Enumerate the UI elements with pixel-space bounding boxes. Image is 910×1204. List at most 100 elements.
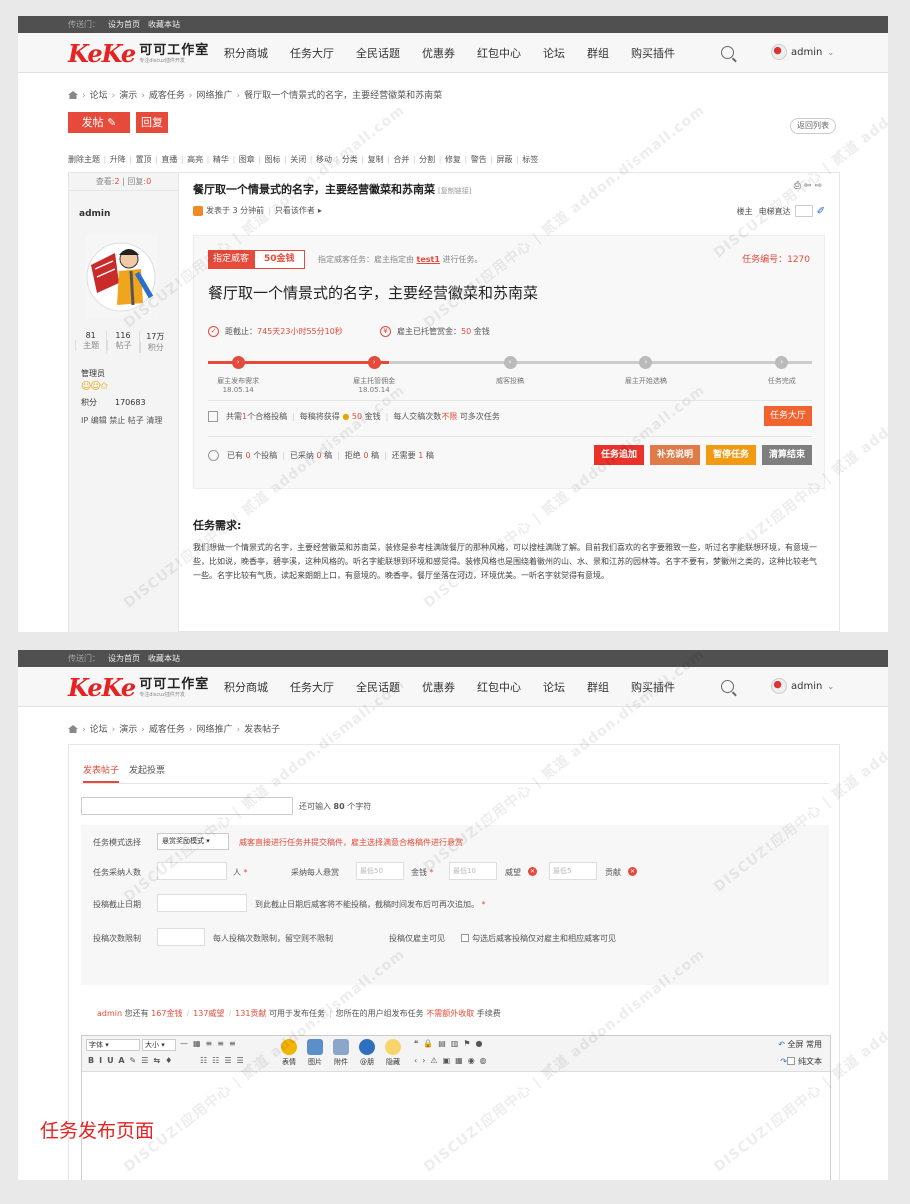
mod-tool-item[interactable]: 警告 — [471, 155, 487, 164]
home-icon[interactable] — [68, 91, 78, 99]
home-icon[interactable] — [68, 725, 78, 733]
task-action-button[interactable]: 补充说明 — [649, 445, 700, 465]
copy-link[interactable]: [复制链接] — [438, 187, 471, 195]
mod-tool-item[interactable]: 图章 — [239, 155, 255, 164]
nav-item-buy-plugins[interactable]: 购买插件 — [631, 679, 675, 695]
user-menu[interactable]: admin ⌄ — [771, 44, 834, 60]
bookmark-link[interactable]: 收藏本站 — [148, 654, 180, 663]
set-home-link[interactable]: 设为首页 — [108, 20, 140, 29]
reward-money-input[interactable]: 最低50 — [356, 862, 404, 880]
close-icon[interactable]: ✕ — [528, 867, 537, 876]
post-button[interactable]: 发帖 ✎ — [68, 112, 130, 133]
user-menu[interactable]: admin ⌄ — [771, 678, 834, 694]
mode-select[interactable]: 悬赏奖励模式 ▾ — [157, 833, 229, 850]
mod-tool-item[interactable]: 复制 — [368, 155, 384, 164]
author-name[interactable]: admin — [79, 209, 110, 219]
nav-item-coupons[interactable]: 优惠券 — [422, 45, 455, 61]
extra-tools-bottom[interactable]: ‹›⚠▣▦◉◍ — [414, 1056, 492, 1065]
breadcrumb-item[interactable]: 威客任务 — [149, 91, 185, 101]
mod-tool-item[interactable]: 图标 — [264, 155, 280, 164]
adopt-count-input[interactable] — [157, 862, 227, 880]
set-home-link[interactable]: 设为首页 — [108, 654, 140, 663]
site-logo[interactable]: KeKe 可可工作室 专注discuz插件开发 — [68, 39, 209, 68]
mod-tool-item[interactable]: 精华 — [213, 155, 229, 164]
pen-icon[interactable]: ✐ — [817, 206, 825, 217]
bookmark-link[interactable]: 收藏本站 — [148, 20, 180, 29]
author-threads[interactable]: 81 主题 — [75, 331, 106, 353]
emoji-tool[interactable]: 表情 — [278, 1039, 300, 1067]
reply-button[interactable]: 回复 — [136, 112, 168, 133]
mod-tool-item[interactable]: 分割 — [419, 155, 435, 164]
limit-input[interactable] — [157, 928, 205, 946]
author-avatar[interactable] — [85, 235, 157, 319]
print-icon[interactable]: ⎙ — [794, 181, 804, 191]
size-select[interactable]: 大小 ▾ — [142, 1039, 176, 1051]
search-icon[interactable] — [721, 46, 734, 59]
task-action-button[interactable]: 暂停任务 — [705, 445, 756, 465]
nav-item-redpacket[interactable]: 红包中心 — [477, 45, 521, 61]
mod-tool-item[interactable]: 屏蔽 — [497, 155, 513, 164]
next-thread-icon[interactable]: ⇨ — [814, 181, 825, 191]
mod-tool-item[interactable]: 关闭 — [290, 155, 306, 164]
designated-user-link[interactable]: test1 — [417, 255, 440, 264]
task-hall-button[interactable]: 任务大厅 — [763, 406, 812, 426]
tab-new-poll[interactable]: 发起投票 — [129, 763, 165, 783]
breadcrumb-item[interactable]: 网络推广 — [196, 91, 232, 101]
nav-item-groups[interactable]: 群组 — [587, 45, 609, 61]
only-author-link[interactable]: 只看该作者 — [275, 205, 315, 216]
prev-thread-icon[interactable]: ⇦ — [804, 181, 815, 191]
align-tools[interactable]: —▦≡≡≡ — [180, 1039, 241, 1048]
plain-text-checkbox[interactable] — [787, 1057, 795, 1065]
breadcrumb-item[interactable]: 演示 — [119, 725, 137, 735]
mod-tool-item[interactable]: 升降 — [110, 155, 126, 164]
author-group[interactable]: 管理员 — [81, 368, 105, 379]
fullscreen-toggle[interactable]: ↶ 全屏 常用 — [778, 1039, 822, 1050]
nav-item-task-hall[interactable]: 任务大厅 — [290, 45, 334, 61]
nav-item-forum[interactable]: 论坛 — [543, 45, 565, 61]
reward-contrib-input[interactable]: 最低5 — [549, 862, 597, 880]
plain-text-toggle[interactable]: ↷ 纯文本 — [780, 1056, 822, 1067]
task-action-button[interactable]: 清算结束 — [761, 445, 812, 465]
mod-tool-item[interactable]: 修复 — [445, 155, 461, 164]
site-logo[interactable]: KeKe 可可工作室 专注discuz插件开发 — [68, 673, 209, 702]
search-icon[interactable] — [721, 680, 734, 693]
author-admin-links[interactable]: IP 编辑 禁止 帖子 清理 — [81, 415, 162, 426]
nav-item-task-hall[interactable]: 任务大厅 — [290, 679, 334, 695]
hide-tool[interactable]: 隐藏 — [382, 1039, 404, 1067]
nav-item-redpacket[interactable]: 红包中心 — [477, 679, 521, 695]
list-tools[interactable]: ☷☷☰☰ — [200, 1056, 249, 1065]
attach-tool[interactable]: 附件 — [330, 1039, 352, 1067]
author-credits[interactable]: 17万 积分 — [138, 331, 171, 353]
extra-tools-top[interactable]: ❝🔒▤▥⚑● — [414, 1039, 488, 1048]
back-to-list-button[interactable]: 返回列表 — [790, 118, 836, 134]
mod-tool-item[interactable]: 分类 — [342, 155, 358, 164]
visible-option[interactable]: 勾选后威客投稿仅对雇主和相应威客可见 — [461, 933, 616, 944]
nav-item-points-mall[interactable]: 积分商城 — [224, 45, 268, 61]
mod-tool-item[interactable]: 置顶 — [136, 155, 152, 164]
floor-jump-input[interactable] — [794, 205, 813, 217]
tab-new-post[interactable]: 发表帖子 — [83, 763, 120, 783]
image-tool[interactable]: 图片 — [304, 1039, 326, 1067]
nav-item-forum[interactable]: 论坛 — [543, 679, 565, 695]
nav-item-topics[interactable]: 全民话题 — [356, 45, 400, 61]
mod-tool-item[interactable]: 直播 — [161, 155, 177, 164]
font-select[interactable]: 字体 ▾ — [86, 1039, 140, 1051]
breadcrumb-item[interactable]: 论坛 — [90, 725, 108, 735]
mod-tool-item[interactable]: 删除主题 — [68, 155, 100, 164]
nav-item-topics[interactable]: 全民话题 — [356, 679, 400, 695]
deadline-input[interactable] — [157, 894, 247, 912]
format-tools[interactable]: BIUA✎☰⇆♦ — [88, 1056, 177, 1065]
reward-fame-input[interactable]: 最低10 — [449, 862, 497, 880]
breadcrumb-item[interactable]: 网络推广 — [196, 725, 232, 735]
breadcrumb-item[interactable]: 演示 — [119, 91, 137, 101]
task-action-button[interactable]: 任务追加 — [593, 445, 644, 465]
nav-item-points-mall[interactable]: 积分商城 — [224, 679, 268, 695]
nav-item-buy-plugins[interactable]: 购买插件 — [631, 45, 675, 61]
breadcrumb-item[interactable]: 威客任务 — [149, 725, 185, 735]
mod-tool-item[interactable]: 标签 — [522, 155, 538, 164]
mod-tool-item[interactable]: 高亮 — [187, 155, 203, 164]
mention-tool[interactable]: @朋 — [356, 1039, 378, 1067]
breadcrumb-item[interactable]: 论坛 — [90, 91, 108, 101]
mod-tool-item[interactable]: 移动 — [316, 155, 332, 164]
mod-tool-item[interactable]: 合并 — [393, 155, 409, 164]
